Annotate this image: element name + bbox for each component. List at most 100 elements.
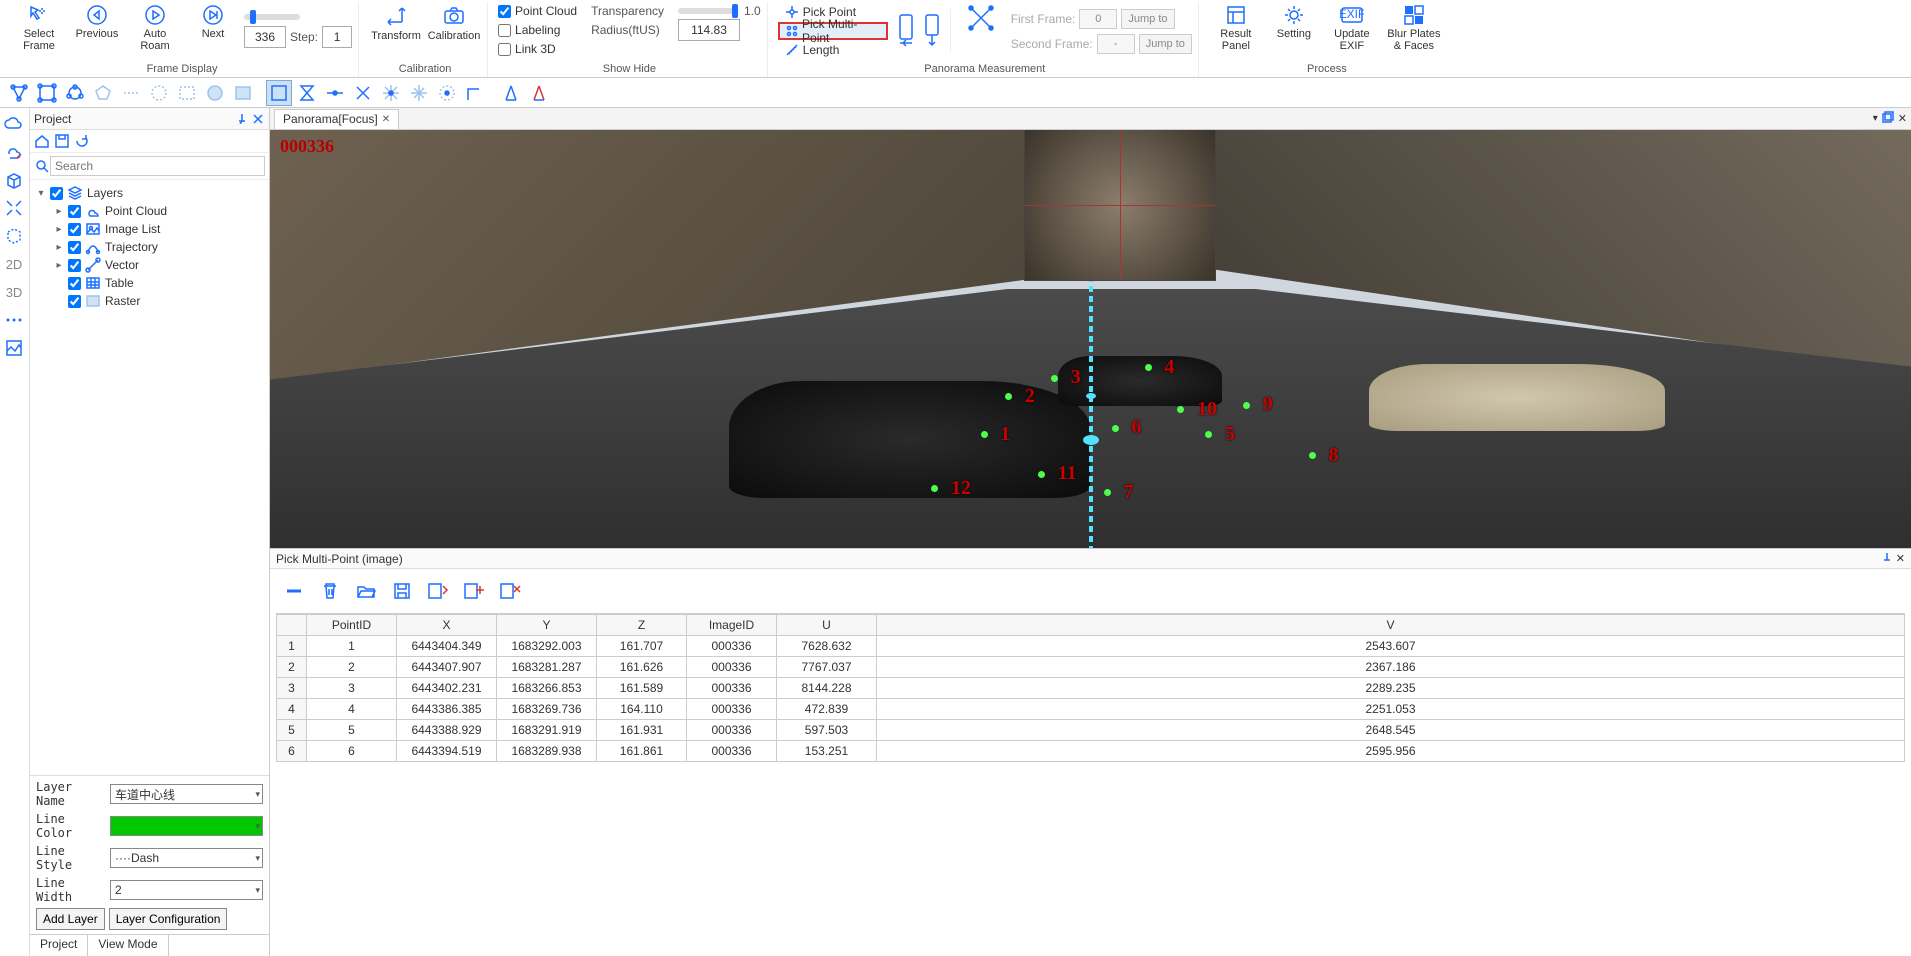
edit-add-button[interactable]	[460, 577, 488, 605]
tab-project[interactable]: Project	[30, 935, 88, 956]
frame-number-input[interactable]: 336	[244, 26, 286, 48]
line-color-input[interactable]: ▾	[110, 816, 263, 836]
open-button[interactable]	[352, 577, 380, 605]
tool-compass1[interactable]	[498, 80, 524, 106]
select-frame-button[interactable]: Select Frame	[12, 2, 66, 60]
panorama-viewport[interactable]: 000336 123456789101112	[270, 130, 1911, 548]
pin-icon[interactable]	[235, 112, 249, 126]
layer-name-input[interactable]: 车道中心线▾	[110, 784, 263, 804]
col-y[interactable]: Y	[497, 615, 597, 636]
radius-input[interactable]: 114.83	[678, 19, 740, 41]
layer-config-button[interactable]: Layer Configuration	[109, 908, 228, 930]
edit-start-button[interactable]	[424, 577, 452, 605]
pick-multi-point-button[interactable]: Pick Multi-Point	[778, 22, 888, 40]
tool-rect-fill[interactable]	[230, 80, 256, 106]
col-v[interactable]: V	[877, 615, 1905, 636]
link-phone-icon[interactable]	[898, 13, 914, 49]
lb-cloud[interactable]	[2, 112, 26, 136]
tool-select-rect[interactable]	[266, 80, 292, 106]
tool-compass2[interactable]	[526, 80, 552, 106]
tool-circle-dash[interactable]	[146, 80, 172, 106]
table-row[interactable]: 446443386.3851683269.736164.110000336472…	[277, 699, 1905, 720]
tool-graph3[interactable]	[62, 80, 88, 106]
tree-item-trajectory[interactable]: ▸Trajectory	[32, 238, 267, 256]
dropdown-icon[interactable]: ▾	[1873, 113, 1878, 124]
setting-button[interactable]: Setting	[1267, 2, 1321, 60]
link3d-checkbox[interactable]: Link 3D	[498, 40, 577, 58]
lb-image[interactable]	[2, 336, 26, 360]
table-row[interactable]: 116443404.3491683292.003161.707000336762…	[277, 636, 1905, 657]
lb-2d[interactable]: 2D	[2, 252, 26, 276]
transform-button[interactable]: Transform	[369, 2, 423, 60]
second-frame-input[interactable]: -	[1097, 34, 1135, 54]
tool-graph1[interactable]	[6, 80, 32, 106]
lb-cube[interactable]	[2, 168, 26, 192]
col-imageid[interactable]: ImageID	[687, 615, 777, 636]
tab-viewmode[interactable]: View Mode	[88, 935, 168, 956]
minus-button[interactable]	[280, 577, 308, 605]
tool-hourglass[interactable]	[294, 80, 320, 106]
pointcloud-checkbox[interactable]: Point Cloud	[498, 2, 577, 20]
panorama-tab[interactable]: Panorama[Focus] ✕	[274, 109, 399, 129]
tool-line-dash[interactable]	[118, 80, 144, 106]
tool-corner[interactable]	[462, 80, 488, 106]
next-button[interactable]: Next	[186, 2, 240, 60]
restore-icon[interactable]	[1882, 111, 1894, 126]
jump-to-first-button[interactable]: Jump to	[1121, 9, 1174, 29]
close-pick-icon[interactable]: ✕	[1896, 552, 1905, 565]
lb-cloud-edit[interactable]	[2, 140, 26, 164]
tool-rect-dash[interactable]	[174, 80, 200, 106]
lb-dots[interactable]	[2, 308, 26, 332]
tree-item-image list[interactable]: ▸Image List	[32, 220, 267, 238]
search-input[interactable]	[50, 156, 265, 176]
table-row[interactable]: 666443394.5191683289.938161.861000336153…	[277, 741, 1905, 762]
transparency-slider[interactable]	[678, 8, 738, 14]
col-x[interactable]: X	[397, 615, 497, 636]
link-device-icon[interactable]	[924, 13, 940, 49]
pin-icon[interactable]	[1882, 552, 1892, 566]
tool-graph2[interactable]	[34, 80, 60, 106]
add-layer-button[interactable]: Add Layer	[36, 908, 105, 930]
col-z[interactable]: Z	[597, 615, 687, 636]
tool-hline[interactable]	[322, 80, 348, 106]
tool-circle-fill[interactable]	[202, 80, 228, 106]
previous-button[interactable]: Previous	[70, 2, 124, 60]
save-proj-icon[interactable]	[54, 133, 70, 149]
refresh-icon[interactable]	[74, 133, 90, 149]
edit-stop-button[interactable]	[496, 577, 524, 605]
line-width-input[interactable]: 2▾	[110, 880, 263, 900]
col-u[interactable]: U	[777, 615, 877, 636]
tree-item-raster[interactable]: Raster	[32, 292, 267, 310]
close-icon[interactable]	[251, 112, 265, 126]
result-panel-button[interactable]: Result Panel	[1209, 2, 1263, 60]
lb-expand[interactable]	[2, 196, 26, 220]
jump-to-second-button[interactable]: Jump to	[1139, 34, 1192, 54]
points-table[interactable]: PointIDXYZImageIDUV 116443404.3491683292…	[276, 614, 1905, 762]
tool-net[interactable]	[378, 80, 404, 106]
lb-3d[interactable]: 3D	[2, 280, 26, 304]
close-view-icon[interactable]: ✕	[1898, 112, 1907, 125]
table-row[interactable]: 336443402.2311683266.853161.589000336814…	[277, 678, 1905, 699]
measure-cross-button[interactable]	[961, 2, 1001, 60]
tool-x[interactable]	[350, 80, 376, 106]
tree-item-point cloud[interactable]: ▸Point Cloud	[32, 202, 267, 220]
tool-snow[interactable]	[406, 80, 432, 106]
lb-wire[interactable]	[2, 224, 26, 248]
table-row[interactable]: 556443388.9291683291.919161.931000336597…	[277, 720, 1905, 741]
col-pointid[interactable]: PointID	[307, 615, 397, 636]
save-button[interactable]	[388, 577, 416, 605]
labeling-checkbox[interactable]: Labeling	[498, 21, 577, 39]
update-exif-button[interactable]: EXIF Update EXIF	[1325, 2, 1379, 60]
line-style-input[interactable]: ····Dash▾	[110, 848, 263, 868]
tree-item-vector[interactable]: ▸Vector	[32, 256, 267, 274]
frame-slider[interactable]	[244, 14, 300, 20]
tool-pentagon[interactable]	[90, 80, 116, 106]
tree-layers-root[interactable]: ▾Layers	[32, 184, 267, 202]
step-input[interactable]: 1	[322, 26, 352, 48]
home-icon[interactable]	[34, 133, 50, 149]
first-frame-input[interactable]: 0	[1079, 9, 1117, 29]
tool-orbit[interactable]	[434, 80, 460, 106]
tree-item-table[interactable]: Table	[32, 274, 267, 292]
close-tab-icon[interactable]: ✕	[382, 114, 390, 125]
auto-roam-button[interactable]: Auto Roam	[128, 2, 182, 60]
